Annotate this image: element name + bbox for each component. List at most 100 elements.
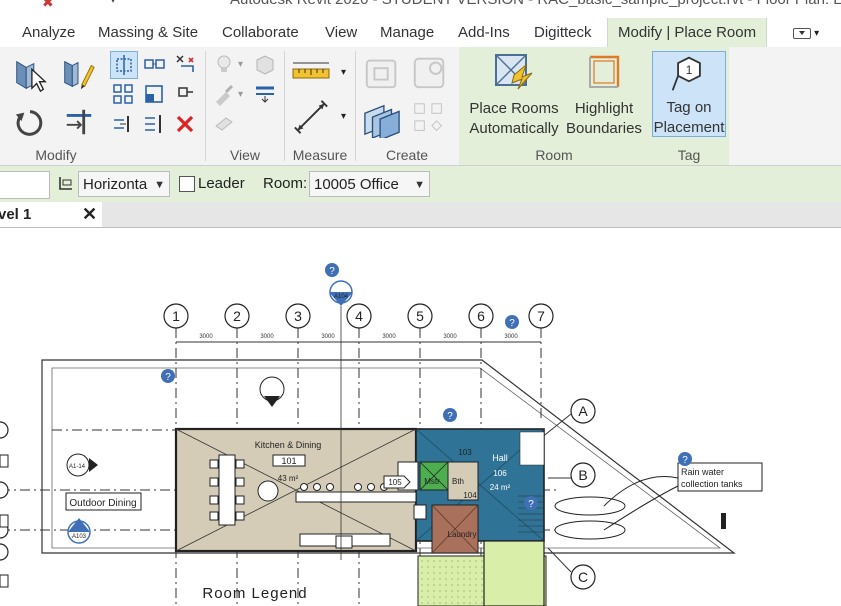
panel-tag: 1 Tag on Placement Tag bbox=[649, 47, 729, 165]
tab-massing-site[interactable]: Massing & Site bbox=[88, 18, 208, 47]
scale-button[interactable] bbox=[141, 81, 167, 107]
align-button[interactable] bbox=[110, 51, 138, 79]
view-tab-level-1[interactable]: vel 1 ✕ bbox=[0, 202, 102, 227]
trim-extend-button[interactable] bbox=[62, 105, 96, 139]
panel-create: Create bbox=[356, 47, 458, 165]
place-rooms-automatically-button[interactable]: Place Rooms Automatically bbox=[467, 51, 561, 141]
svg-text:?: ? bbox=[447, 411, 453, 422]
tag-on-placement-button[interactable]: 1 Tag on Placement bbox=[652, 51, 726, 137]
measure-distance-button[interactable] bbox=[291, 57, 331, 87]
floor-plan[interactable]: 3000 3000 3000 3000 3000 3000 1 2 3 4 5 … bbox=[0, 228, 841, 606]
section-ref-a104: A104 bbox=[334, 294, 349, 300]
dim-text: 3000 bbox=[260, 334, 274, 340]
highlight-label-2: Boundaries bbox=[566, 120, 642, 137]
thin-lines-button[interactable] bbox=[252, 81, 278, 107]
qat-close-icon[interactable]: ✖ bbox=[42, 0, 54, 11]
tab-digitteck[interactable]: Digitteck bbox=[524, 18, 602, 47]
lightbulb-icon bbox=[217, 55, 231, 72]
label-master: Mstr bbox=[424, 477, 440, 486]
linework-button[interactable] bbox=[211, 111, 237, 137]
highlight-boundaries-button[interactable]: Highlight Boundaries bbox=[565, 51, 643, 141]
thin-lines-icon bbox=[256, 86, 274, 103]
window-title: Autodesk Revit 2020 - STUDENT VERSION - … bbox=[230, 0, 841, 8]
panel-label-view: View bbox=[229, 147, 261, 163]
ribbon-dropdown-icon: ▾ bbox=[814, 28, 820, 39]
grid-label-5: 5 bbox=[416, 308, 424, 324]
elev-ref-a1-14: A1-14 bbox=[69, 464, 86, 470]
paste-match-button[interactable] bbox=[58, 55, 98, 95]
tag-icon: 1 bbox=[671, 56, 701, 91]
svg-text:?: ? bbox=[329, 266, 335, 277]
align-icon bbox=[116, 55, 132, 75]
offset-button[interactable] bbox=[141, 51, 167, 77]
offset-icon bbox=[144, 59, 165, 69]
modify-select-button[interactable] bbox=[10, 55, 50, 95]
leader-label: Leader bbox=[198, 175, 245, 192]
group-icon bbox=[364, 104, 400, 138]
create-assembly-button[interactable] bbox=[362, 51, 402, 93]
grid-label-6: 6 bbox=[477, 308, 485, 324]
close-icon[interactable]: ✕ bbox=[82, 202, 97, 227]
create-parts-button[interactable] bbox=[410, 51, 450, 93]
tab-collaborate[interactable]: Collaborate bbox=[212, 18, 309, 47]
kitchen-island bbox=[257, 480, 279, 502]
tag-orientation-value: Horizonta bbox=[83, 176, 148, 193]
hide-element-button[interactable] bbox=[211, 51, 237, 77]
grid-label-3: 3 bbox=[294, 308, 302, 324]
tag-label-1: Tag on bbox=[666, 99, 712, 116]
rotate-icon bbox=[15, 110, 43, 136]
mirror-button[interactable] bbox=[141, 111, 167, 137]
override-graphics-button[interactable] bbox=[211, 81, 237, 107]
room-select-value: 10005 Office bbox=[314, 176, 399, 193]
label-bath: Bth bbox=[452, 477, 464, 486]
tab-view[interactable]: View bbox=[315, 18, 367, 47]
similar-icon bbox=[414, 103, 443, 132]
title-bar: ✖ ▾ Autodesk Revit 2020 - STUDENT VERSIO… bbox=[0, 0, 841, 18]
create-similar-button[interactable] bbox=[410, 99, 450, 139]
room-select[interactable]: 10005 Office ▼ bbox=[309, 171, 430, 197]
dim-text: 3000 bbox=[382, 334, 396, 340]
copy-button[interactable] bbox=[172, 51, 198, 77]
grid-label-c: C bbox=[578, 569, 588, 585]
split-button[interactable] bbox=[110, 111, 136, 137]
leader-checkbox[interactable] bbox=[179, 176, 195, 192]
label-hall: Hall bbox=[492, 453, 508, 463]
delete-button[interactable] bbox=[172, 111, 198, 137]
tab-manage[interactable]: Manage bbox=[370, 18, 444, 47]
pin-button[interactable] bbox=[172, 81, 198, 107]
array-icon bbox=[113, 84, 133, 104]
array-button[interactable] bbox=[110, 81, 136, 107]
label-room-105: 105 bbox=[388, 478, 402, 487]
tag-orientation-select[interactable]: Horizonta ▼ bbox=[78, 171, 170, 197]
panel-view: ▾ ▾ View bbox=[206, 47, 284, 165]
properties-type-field[interactable] bbox=[0, 171, 50, 199]
svg-text:?: ? bbox=[509, 318, 515, 329]
create-group-button[interactable] bbox=[360, 99, 404, 139]
dim-text: 3000 bbox=[321, 334, 335, 340]
modify-cursor-icon bbox=[16, 60, 47, 93]
rotate-button[interactable] bbox=[12, 105, 48, 141]
ribbon-toggle-icon bbox=[793, 27, 811, 39]
aligned-dimension-button[interactable] bbox=[291, 97, 331, 137]
ribbon-minimize-button[interactable]: ▾ bbox=[793, 25, 827, 41]
tab-analyze[interactable]: Analyze bbox=[12, 18, 85, 47]
grid-label-7: 7 bbox=[537, 308, 545, 324]
panel-measure: ▾ ▾ Measure bbox=[285, 47, 355, 165]
qat-dropdown-icon[interactable]: ▾ bbox=[110, 0, 116, 6]
parts-icon bbox=[413, 57, 445, 89]
ribbon: Modify ▾ ▾ View ▾ ▾ Measure Create Place… bbox=[0, 47, 841, 166]
elev-ref-a103: A103 bbox=[72, 534, 87, 540]
trim-icon bbox=[66, 109, 92, 135]
drawing-canvas[interactable]: 3000 3000 3000 3000 3000 3000 1 2 3 4 5 … bbox=[0, 228, 841, 606]
label-kitchen-dining: Kitchen & Dining bbox=[255, 440, 322, 450]
label-room-103: 103 bbox=[458, 448, 472, 457]
tab-add-ins[interactable]: Add-Ins bbox=[448, 18, 520, 47]
display-toggle-button[interactable] bbox=[252, 51, 278, 77]
tag-label-2: Placement bbox=[653, 119, 725, 136]
grid-label-4: 4 bbox=[355, 308, 363, 324]
panel-room: Place Rooms Automatically Highlight Boun… bbox=[459, 47, 649, 165]
view-tab-label: vel 1 bbox=[0, 206, 32, 223]
place-rooms-label-1: Place Rooms bbox=[469, 100, 559, 117]
match-type-icon bbox=[64, 60, 95, 90]
tab-modify-place-room[interactable]: Modify | Place Room bbox=[607, 18, 768, 47]
